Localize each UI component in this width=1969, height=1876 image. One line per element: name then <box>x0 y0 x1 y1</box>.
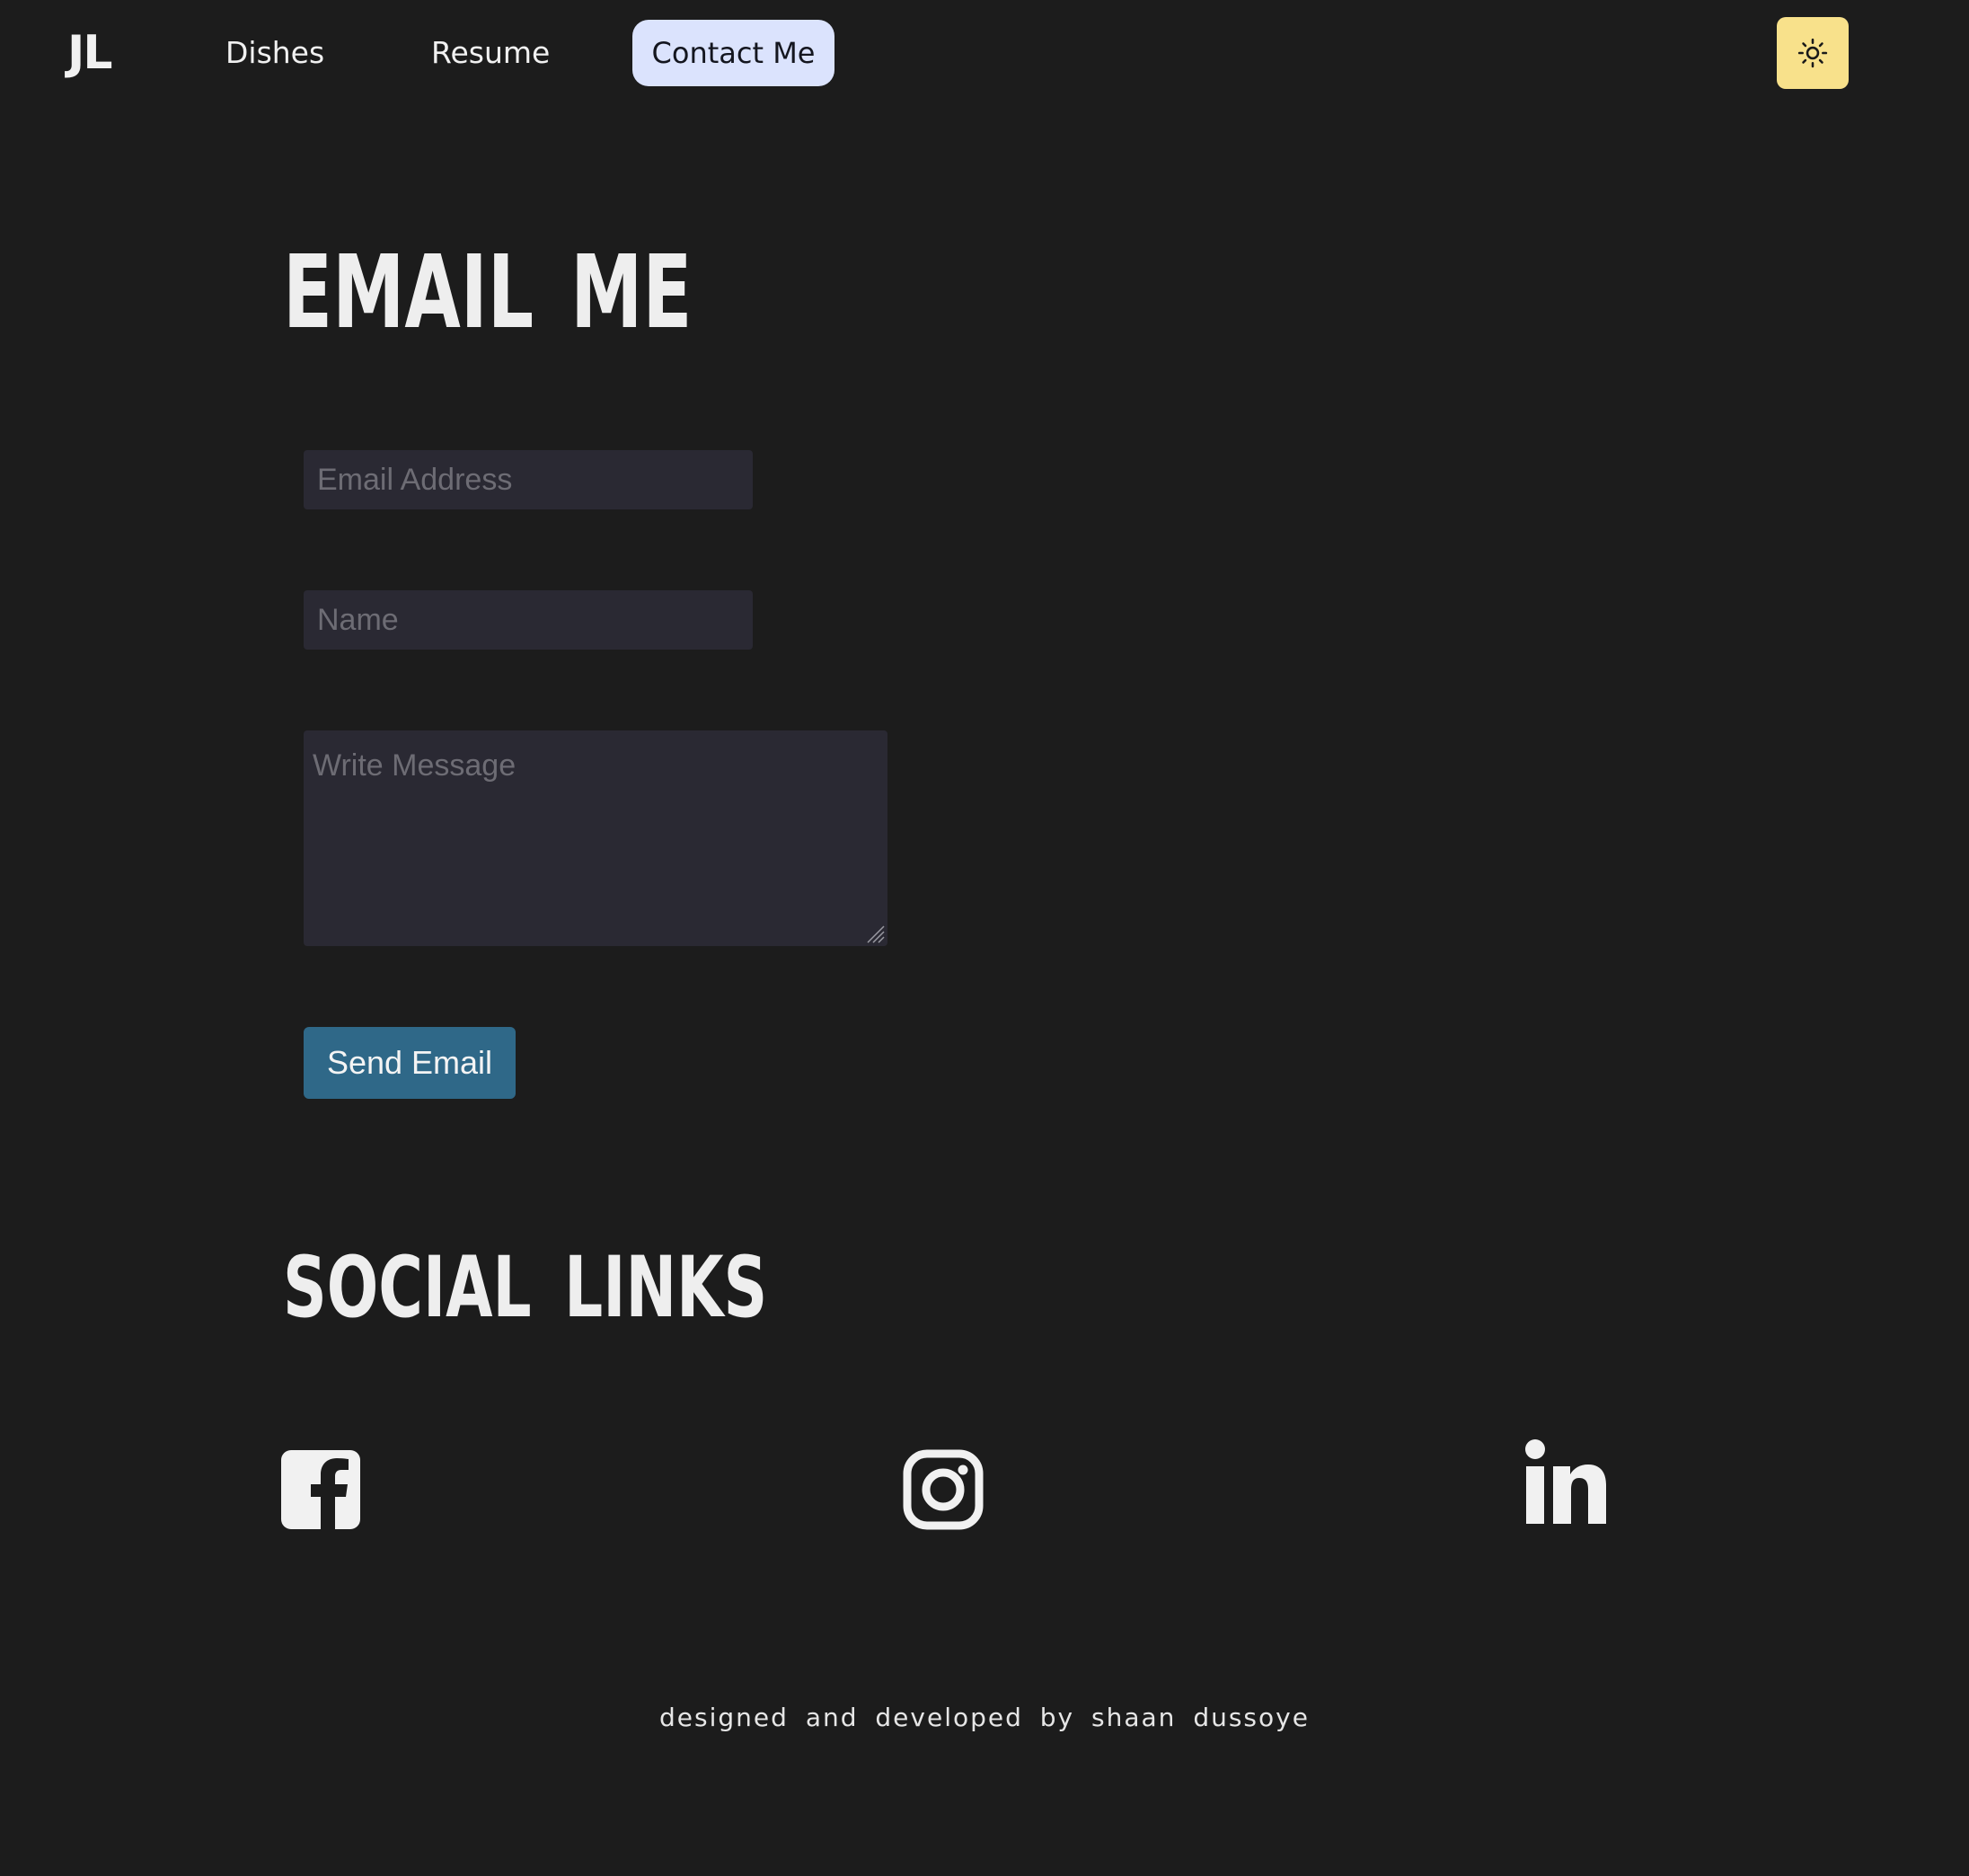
resize-handle-icon[interactable] <box>864 923 886 944</box>
facebook-icon <box>281 1450 360 1529</box>
nav-link-resume[interactable]: Resume <box>431 20 550 86</box>
page: JL Dishes Resume Contact Me EMAIL ME Ema… <box>0 0 1969 1876</box>
message-textarea[interactable] <box>304 730 887 946</box>
email-address-input[interactable] <box>304 450 753 509</box>
social-links-heading: SOCIAL LINKS <box>283 1239 768 1337</box>
email-heading: EMAIL ME <box>283 234 693 351</box>
facebook-link[interactable] <box>279 1438 369 1536</box>
nav-link-contact-me[interactable]: Contact Me <box>632 20 834 86</box>
instagram-icon <box>903 1449 984 1530</box>
nav-link-dishes[interactable]: Dishes <box>225 20 324 86</box>
logo-link[interactable]: JL <box>67 20 113 86</box>
theme-toggle-button[interactable] <box>1777 17 1849 89</box>
footer-credit: designed and developed by shaan dussoye <box>659 1703 1310 1732</box>
linkedin-icon <box>1525 1439 1606 1524</box>
linkedin-link[interactable] <box>1521 1438 1611 1536</box>
name-input[interactable] <box>304 590 753 650</box>
send-email-button[interactable]: Send Email <box>304 1027 516 1099</box>
sun-icon <box>1797 38 1828 68</box>
instagram-link[interactable] <box>902 1438 992 1536</box>
